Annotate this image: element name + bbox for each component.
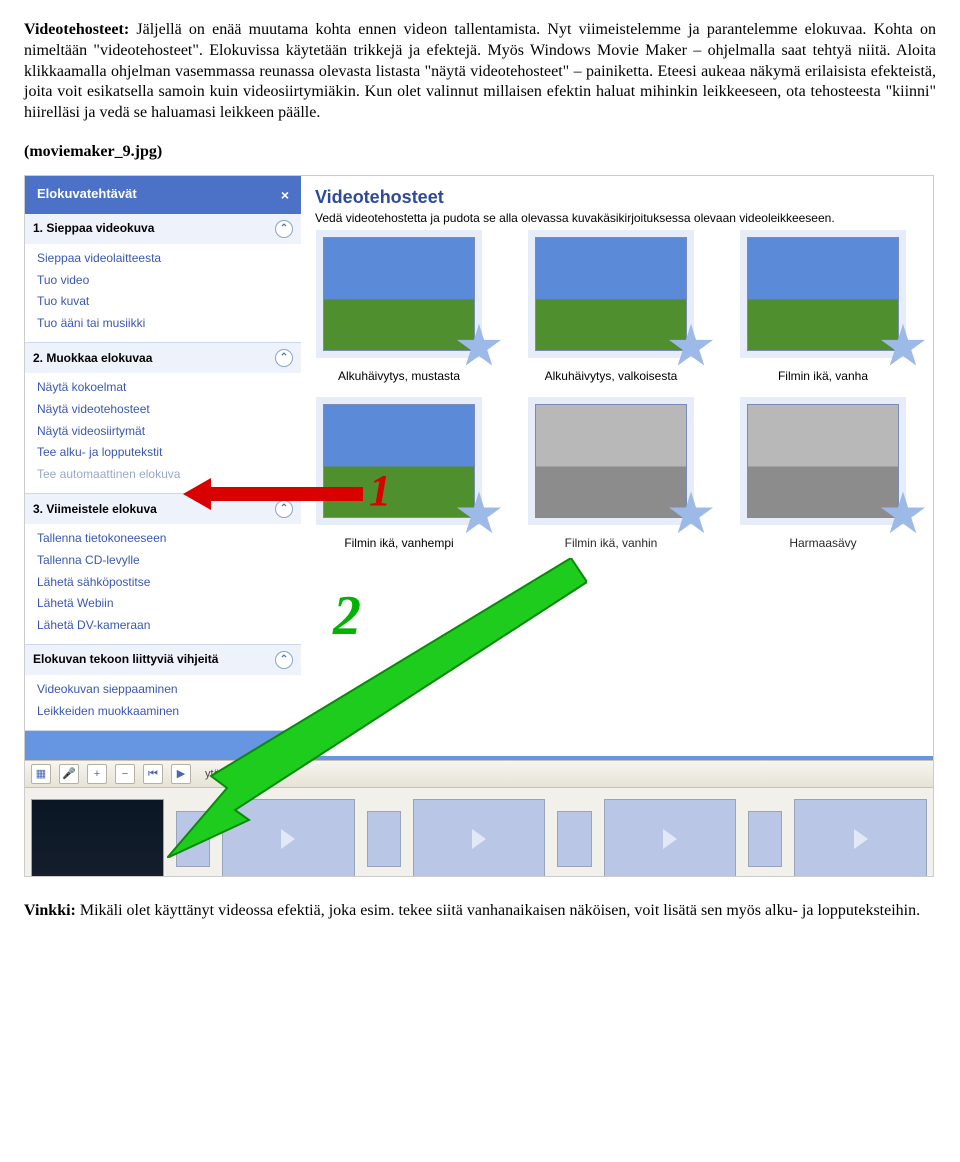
sidebar-item-import-pictures[interactable]: Tuo kuvat [25,291,301,313]
timeline-toolbar: ▦ 🎤 + − ⏮ ▶ ytä aikajana [25,760,933,788]
zoom-in-button[interactable]: + [87,764,107,784]
star-icon [456,324,502,370]
sidebar-title: Elokuvatehtävät [37,186,137,203]
play-icon [663,829,677,849]
group-tips: Elokuvan tekoon liittyviä vihjeitä ⌃ Vid… [25,645,301,731]
star-icon [880,324,926,370]
sidebar-item-capture-device[interactable]: Sieppaa videolaitteesta [25,248,301,270]
sidebar-header: Elokuvatehtävät × [25,176,301,214]
storyboard-clip[interactable] [794,799,927,877]
chevron-up-icon[interactable]: ⌃ [275,349,293,367]
tip-body: Mikäli olet käyttänyt videossa efektiä, … [76,902,920,919]
toolbar-label[interactable]: ytä aikajana [205,767,264,781]
storyboard [25,788,933,877]
chevron-up-icon[interactable]: ⌃ [275,220,293,238]
tasks-sidebar: Elokuvatehtävät × 1. Sieppaa videokuva ⌃… [25,176,301,756]
effects-panel: Videotehosteet Vedä videotehostetta ja p… [301,176,933,756]
tool-button[interactable]: 🎤 [59,764,79,784]
sidebar-item-import-video[interactable]: Tuo video [25,270,301,292]
panel-subtitle: Vedä videotehostetta ja pudota se alla o… [315,211,919,227]
sidebar-item-video-transitions[interactable]: Näytä videosiirtymät [25,421,301,443]
transition-slot[interactable] [367,811,401,867]
effect-thumb[interactable]: Alkuhäivytys, mustasta [315,237,483,385]
storyboard-clip[interactable] [604,799,737,877]
paragraph-videotehosteet: Videotehosteet: Jäljellä on enää muutama… [24,20,936,124]
chevron-up-icon[interactable]: ⌃ [275,500,293,518]
storyboard-clip[interactable] [222,799,355,877]
close-icon[interactable]: × [281,186,289,204]
image-caption: (moviemaker_9.jpg) [24,142,936,163]
effect-thumb[interactable]: Harmaasävy [739,404,907,552]
star-icon [880,491,926,537]
sidebar-item-titles[interactable]: Tee alku- ja lopputekstit [25,442,301,464]
effect-thumb[interactable]: Alkuhäivytys, valkoisesta [527,237,695,385]
play-icon [472,829,486,849]
star-icon [668,324,714,370]
sidebar-item-save-computer[interactable]: Tallenna tietokoneeseen [25,528,301,550]
storyboard-clip[interactable] [413,799,546,877]
effect-thumb[interactable]: Filmin ikä, vanhempi [315,404,483,552]
group-finish: 3. Viimeistele elokuva ⌃ Tallenna tietok… [25,494,301,645]
annotation-number-1: 1 [369,462,391,519]
sidebar-item-send-email[interactable]: Lähetä sähköpostitse [25,572,301,594]
star-icon [456,491,502,537]
group-head-finish[interactable]: 3. Viimeistele elokuva ⌃ [25,494,301,524]
moviemaker-screenshot: Elokuvatehtävät × 1. Sieppaa videokuva ⌃… [24,175,934,877]
sidebar-item-collections[interactable]: Näytä kokoelmat [25,377,301,399]
sidebar-item-import-audio[interactable]: Tuo ääni tai musiikki [25,313,301,335]
sidebar-item-automovie: Tee automaattinen elokuva [25,464,301,486]
annotation-number-2: 2 [333,580,361,653]
play-icon [854,829,868,849]
sidebar-item-send-dv[interactable]: Lähetä DV-kameraan [25,615,301,637]
sidebar-item-video-effects[interactable]: Näytä videotehosteet [25,399,301,421]
effect-thumb[interactable]: Filmin ikä, vanha [739,237,907,385]
transition-slot[interactable] [557,811,591,867]
star-icon [668,491,714,537]
sidebar-item-save-cd[interactable]: Tallenna CD-levylle [25,550,301,572]
panel-title: Videotehosteet [315,186,919,209]
rewind-button[interactable]: ⏮ [143,764,163,784]
sidebar-item-send-web[interactable]: Lähetä Webiin [25,593,301,615]
paragraph-tip: Vinkki: Mikäli olet käyttänyt videossa e… [24,901,936,922]
storyboard-clip[interactable] [31,799,164,877]
group-capture: 1. Sieppaa videokuva ⌃ Sieppaa videolait… [25,214,301,343]
play-button[interactable]: ▶ [171,764,191,784]
lead: Videotehosteet: [24,21,129,38]
sidebar-item-tip-capture[interactable]: Videokuvan sieppaaminen [25,679,301,701]
play-icon [281,829,295,849]
transition-slot[interactable] [176,811,210,867]
group-edit: 2. Muokkaa elokuvaa ⌃ Näytä kokoelmat Nä… [25,343,301,494]
sidebar-item-tip-edit[interactable]: Leikkeiden muokkaaminen [25,701,301,723]
group-head-tips[interactable]: Elokuvan tekoon liittyviä vihjeitä ⌃ [25,645,301,675]
transition-slot[interactable] [748,811,782,867]
group-head-edit[interactable]: 2. Muokkaa elokuvaa ⌃ [25,343,301,373]
effect-thumb[interactable]: Filmin ikä, vanhin [527,404,695,552]
chevron-up-icon[interactable]: ⌃ [275,651,293,669]
tip-lead: Vinkki: [24,902,76,919]
tool-button[interactable]: ▦ [31,764,51,784]
group-head-capture[interactable]: 1. Sieppaa videokuva ⌃ [25,214,301,244]
body: Jäljellä on enää muutama kohta ennen vid… [24,21,936,121]
zoom-out-button[interactable]: − [115,764,135,784]
